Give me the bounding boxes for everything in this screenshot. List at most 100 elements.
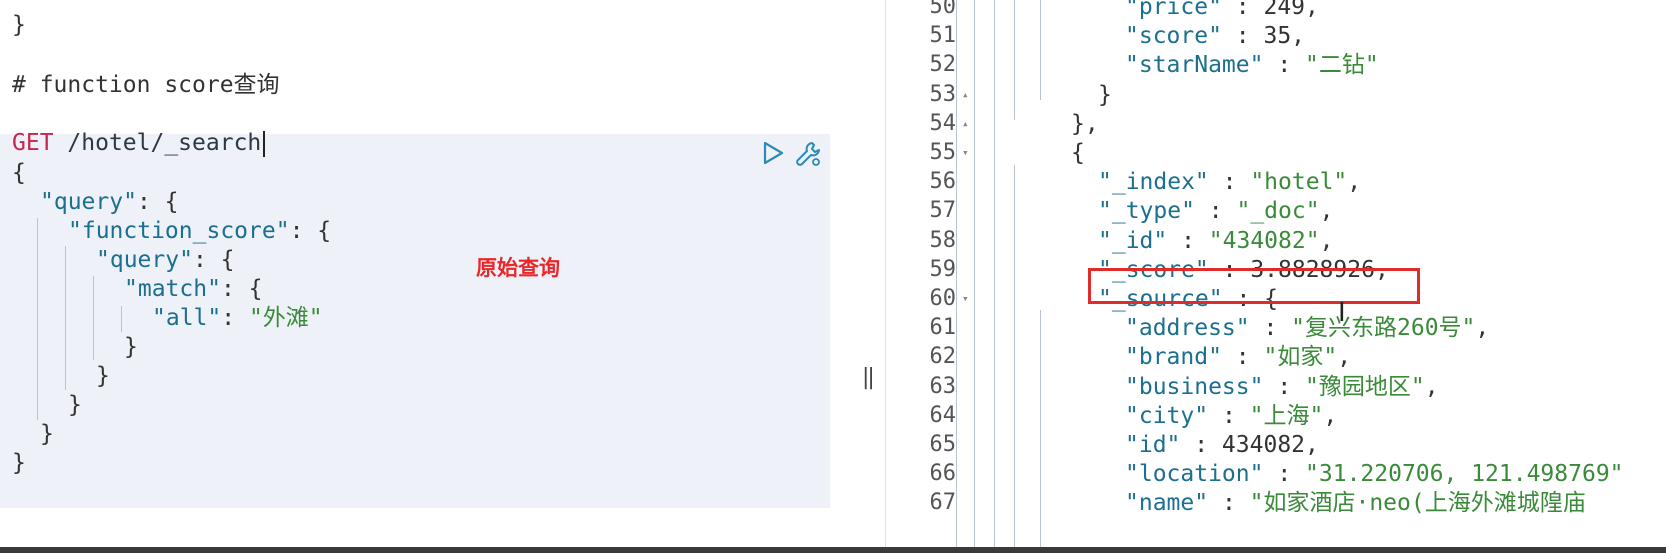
json-string: "434082" bbox=[1208, 227, 1320, 254]
splitter-handle-icon[interactable]: || bbox=[862, 365, 875, 390]
json-key: "starName" bbox=[1125, 52, 1264, 79]
line-number: 50 bbox=[929, 0, 957, 19]
line-number: 65 bbox=[929, 432, 957, 457]
line-number: 67 bbox=[929, 490, 957, 516]
indent-guide bbox=[37, 218, 38, 420]
line-number: 63 bbox=[929, 373, 957, 399]
json-punctuation: { bbox=[1071, 140, 1085, 166]
request-body-line[interactable]: "query": { bbox=[40, 187, 178, 217]
json-punctuation: : 249, bbox=[1221, 0, 1319, 20]
indent-guide bbox=[1040, 310, 1041, 553]
json-key: "price" bbox=[1125, 0, 1222, 20]
wrench-icon[interactable] bbox=[794, 140, 822, 168]
line-number: 61 bbox=[929, 315, 957, 341]
request-body-line[interactable]: } bbox=[96, 361, 110, 391]
response-code-line: "brand" : "如家", bbox=[1125, 342, 1351, 372]
http-method: GET bbox=[12, 130, 54, 156]
request-body-line[interactable]: "match": { bbox=[124, 274, 262, 304]
json-key: "score" bbox=[1125, 23, 1222, 50]
json-punctuation: : bbox=[1263, 373, 1306, 400]
request-body-line[interactable]: } bbox=[68, 390, 82, 420]
request-body-line[interactable]: "function_score": { bbox=[68, 216, 331, 246]
indent-guide bbox=[93, 276, 94, 360]
line-number: 62 bbox=[929, 344, 957, 370]
json-punctuation: , bbox=[1323, 402, 1338, 429]
json-key: "business" bbox=[1125, 373, 1264, 400]
fold-collapse-icon[interactable]: ▴ bbox=[962, 80, 969, 110]
json-string: "_doc" bbox=[1236, 198, 1320, 225]
json-punctuation: : bbox=[1208, 169, 1251, 196]
json-punctuation: : bbox=[1208, 402, 1250, 429]
request-body-line[interactable]: } bbox=[40, 419, 54, 449]
panel-resize-splitter[interactable] bbox=[860, 0, 886, 553]
line-number: 57 bbox=[929, 198, 957, 224]
indent-guide bbox=[1014, 0, 1015, 120]
line-number: 56 bbox=[929, 169, 957, 195]
json-punctuation: : { bbox=[220, 276, 263, 302]
json-string: "外滩" bbox=[248, 305, 323, 331]
json-key: "city" bbox=[1125, 402, 1209, 429]
request-body-line[interactable]: { bbox=[12, 158, 26, 188]
play-icon[interactable] bbox=[760, 140, 786, 166]
json-key: "query" bbox=[96, 247, 193, 273]
json-punctuation: : bbox=[221, 305, 249, 331]
json-punctuation: : bbox=[1208, 490, 1250, 517]
json-punctuation: } bbox=[124, 334, 138, 360]
response-code-line: "_id" : "434082", bbox=[1098, 226, 1333, 256]
annotation-label: 原始查询 bbox=[476, 256, 560, 280]
response-code-line: "address" : "复兴东路260号", bbox=[1125, 313, 1489, 343]
response-code-line: "score" : 35, bbox=[1125, 21, 1305, 51]
json-punctuation: , bbox=[1347, 169, 1362, 196]
fold-expand-icon[interactable]: ▾ bbox=[962, 284, 969, 314]
line-number: 53 bbox=[929, 81, 957, 107]
request-body-line[interactable]: "all": "外滩" bbox=[152, 303, 323, 333]
previous-closing-brace: } bbox=[12, 12, 26, 38]
json-string: "上海" bbox=[1249, 402, 1324, 429]
indent-guide bbox=[1040, 0, 1041, 100]
json-key: "_index" bbox=[1098, 169, 1209, 196]
text-caret bbox=[263, 130, 266, 157]
json-punctuation: , bbox=[1475, 315, 1490, 342]
request-line[interactable]: GET /hotel/_search bbox=[12, 128, 266, 158]
response-code-line: "city" : "上海", bbox=[1125, 401, 1337, 431]
json-punctuation: : { bbox=[192, 247, 235, 273]
json-punctuation: { bbox=[12, 160, 26, 186]
request-body-line[interactable]: "query": { bbox=[96, 245, 234, 275]
kibana-dev-tools-console: } # function score查询 GET /hotel/_search … bbox=[0, 0, 1666, 553]
score-highlight-box bbox=[1088, 268, 1420, 304]
bottom-bar bbox=[0, 547, 1666, 553]
json-punctuation: } bbox=[1098, 81, 1112, 108]
response-code-line: "price" : 249, bbox=[1125, 0, 1319, 22]
json-punctuation: }, bbox=[1071, 110, 1099, 137]
request-body-line[interactable]: } bbox=[12, 448, 26, 478]
response-code-line: "business" : "豫园地区", bbox=[1125, 372, 1439, 402]
fold-expand-icon[interactable]: ▾ bbox=[962, 138, 969, 168]
line-number: 59 bbox=[929, 256, 957, 282]
json-key: "query" bbox=[40, 189, 137, 215]
response-code-line: } bbox=[1098, 80, 1112, 110]
json-key: "_id" bbox=[1098, 227, 1168, 254]
request-editor-panel[interactable]: } # function score查询 GET /hotel/_search … bbox=[0, 0, 870, 553]
line-number: 55 bbox=[929, 140, 957, 165]
json-punctuation: : { bbox=[289, 218, 332, 244]
json-key: "brand" bbox=[1125, 344, 1222, 371]
request-path: /hotel/_search bbox=[67, 130, 262, 156]
json-punctuation: : 35, bbox=[1221, 23, 1306, 50]
indent-guide bbox=[121, 306, 122, 332]
request-body-line[interactable]: } bbox=[124, 332, 138, 362]
json-string: "豫园地区" bbox=[1305, 373, 1425, 400]
fold-collapse-icon[interactable]: ▴ bbox=[962, 109, 969, 139]
json-punctuation: : bbox=[1249, 315, 1292, 342]
json-punctuation: } bbox=[40, 421, 54, 447]
response-code-line: { bbox=[1071, 138, 1085, 168]
json-punctuation: } bbox=[12, 450, 26, 476]
response-code-line: "location" : "31.220706, 121.498769" bbox=[1125, 459, 1624, 489]
response-code-line: "name" : "如家酒店·neo(上海外滩城隍庙 bbox=[1125, 488, 1586, 518]
json-punctuation: : bbox=[1221, 344, 1264, 371]
line-number: 52 bbox=[929, 52, 957, 78]
json-key: "address" bbox=[1125, 315, 1250, 342]
request-comment: # function score查询 bbox=[12, 72, 280, 98]
line-number: 60 bbox=[929, 286, 957, 311]
json-punctuation: : bbox=[1263, 52, 1306, 79]
json-punctuation: : { bbox=[136, 189, 179, 215]
